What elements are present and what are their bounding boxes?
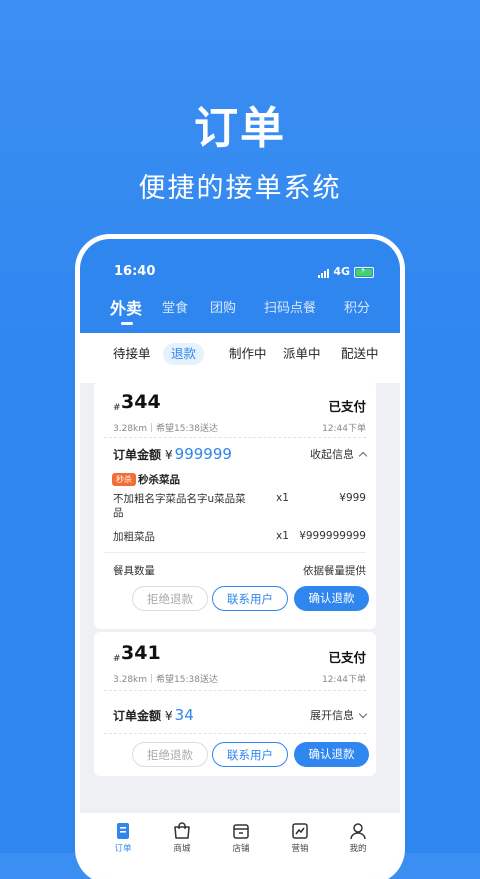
nav-label: 我的 — [349, 844, 367, 854]
divider — [104, 552, 366, 553]
order-placed-time: 12:44下单 — [322, 675, 366, 685]
phone-mockup: 16:40 4G ⚡ 外卖 堂食 团购 扫码点餐 积分 待接单 退款 制作中 派… — [80, 239, 400, 879]
bottom-nav: 订单 商城 店铺 营销 我的 — [80, 813, 400, 879]
battery-icon: ⚡ — [354, 266, 374, 278]
currency-symbol: ¥ — [165, 448, 173, 462]
nav-item-marketing[interactable]: 营销 — [280, 821, 320, 854]
shop-bag-icon — [174, 822, 190, 839]
divider — [104, 690, 366, 691]
order-distance: 3.28km — [113, 675, 148, 685]
subtab-pending[interactable]: 待接单 — [113, 343, 151, 365]
order-status: 已支付 — [328, 650, 366, 665]
amount-label: 订单金额 — [113, 448, 162, 462]
info-toggle-label: 收起信息 — [310, 448, 354, 461]
nav-item-mall[interactable]: 商城 — [162, 821, 202, 854]
amount-value: 999999 — [174, 445, 232, 463]
amount-value: 34 — [174, 706, 194, 724]
order-card: # 341 已支付 3.28km 希望15:38送达 12:44下单 订单金额 ¥3… — [94, 632, 376, 776]
order-expected-time: 希望15:38送达 — [156, 424, 218, 434]
tab-points[interactable]: 积分 — [344, 297, 370, 316]
confirm-refund-button[interactable]: 确认退款 — [294, 586, 369, 611]
info-toggle-label: 展开信息 — [310, 709, 354, 722]
status-time: 16:40 — [114, 264, 156, 279]
confirm-refund-button[interactable]: 确认退款 — [294, 742, 369, 767]
reject-refund-button[interactable]: 拒绝退款 — [132, 586, 208, 611]
divider — [104, 437, 366, 438]
status-indicators: 4G ⚡ — [318, 265, 374, 278]
order-card: # 344 已支付 3.28km 希望15:38送达 12:44下单 订单金额 ¥9… — [94, 381, 376, 629]
order-amount: 订单金额 ¥999999 — [113, 445, 232, 463]
sub-tabs: 待接单 退款 制作中 派单中 配送中 — [80, 333, 400, 383]
contact-user-button[interactable]: 联系用户 — [212, 586, 288, 611]
nav-label: 商城 — [173, 844, 191, 854]
item-name: 不加粗名字菜品名字u菜品菜品 — [113, 493, 246, 519]
item-qty: x1 — [276, 492, 289, 504]
hero-subtitle: 便捷的接单系统 — [138, 173, 342, 204]
order-placed-time: 12:44下单 — [322, 424, 366, 434]
nav-label: 店铺 — [232, 844, 250, 854]
network-type: 4G — [333, 265, 350, 278]
chart-icon — [292, 823, 308, 839]
hero-title: 订单 — [194, 103, 286, 154]
order-amount: 订单金额 ¥34 — [113, 706, 194, 724]
subtab-refund[interactable]: 退款 — [163, 343, 205, 365]
store-icon — [233, 824, 249, 839]
order-expected-time: 希望15:38送达 — [156, 675, 218, 685]
subtab-delivering[interactable]: 配送中 — [341, 343, 379, 365]
order-meta: 3.28km 希望15:38送达 — [113, 421, 218, 434]
divider — [104, 733, 366, 734]
order-number: 344 — [121, 391, 161, 413]
amount-label: 订单金额 — [113, 709, 162, 723]
item-qty: x1 — [276, 530, 289, 542]
order-meta: 3.28km 希望15:38送达 — [113, 672, 218, 685]
order-number: 341 — [121, 642, 161, 664]
tableware-label: 餐具数量 — [113, 565, 155, 577]
order-distance: 3.28km — [113, 424, 148, 434]
order-hash: # — [113, 654, 121, 664]
nav-label: 营销 — [291, 844, 309, 854]
order-status: 已支付 — [328, 399, 366, 414]
signal-icon — [318, 268, 330, 278]
chevron-down-icon — [358, 709, 368, 719]
chevron-up-icon — [358, 451, 368, 461]
tab-group-buy[interactable]: 团购 — [210, 297, 236, 316]
order-hash: # — [113, 403, 121, 413]
tab-takeout[interactable]: 外卖 — [110, 295, 142, 319]
item-price: ¥999999999 — [299, 530, 366, 542]
tableware-value: 依据餐量提供 — [303, 565, 366, 577]
nav-item-store[interactable]: 店铺 — [221, 821, 261, 854]
tab-scan-order[interactable]: 扫码点餐 — [264, 297, 316, 316]
app-header: 16:40 4G ⚡ 外卖 堂食 团购 扫码点餐 积分 — [80, 239, 400, 333]
nav-item-mine[interactable]: 我的 — [338, 821, 378, 854]
flash-sale-badge: 秒杀 — [112, 473, 136, 486]
nav-item-orders[interactable]: 订单 — [103, 821, 143, 854]
reject-refund-button[interactable]: 拒绝退款 — [132, 742, 208, 767]
order-icon — [117, 823, 129, 839]
status-bar: 16:40 4G ⚡ — [114, 264, 374, 280]
item-price: ¥999 — [339, 492, 366, 504]
nav-label: 订单 — [114, 844, 132, 854]
collapse-info-toggle[interactable]: 收起信息 — [310, 446, 368, 462]
item-name: 加粗菜品 — [113, 531, 155, 543]
expand-info-toggle[interactable]: 展开信息 — [310, 707, 368, 723]
currency-symbol: ¥ — [165, 709, 173, 723]
tab-dine-in[interactable]: 堂食 — [162, 297, 188, 316]
contact-user-button[interactable]: 联系用户 — [212, 742, 288, 767]
main-tabs: 外卖 堂食 团购 扫码点餐 积分 — [80, 291, 400, 331]
tab-active-indicator — [121, 322, 133, 325]
user-icon — [350, 823, 366, 840]
flash-sale-title: 秒杀菜品 — [138, 474, 180, 486]
subtab-dispatching[interactable]: 派单中 — [283, 343, 321, 365]
subtab-preparing[interactable]: 制作中 — [229, 343, 267, 365]
